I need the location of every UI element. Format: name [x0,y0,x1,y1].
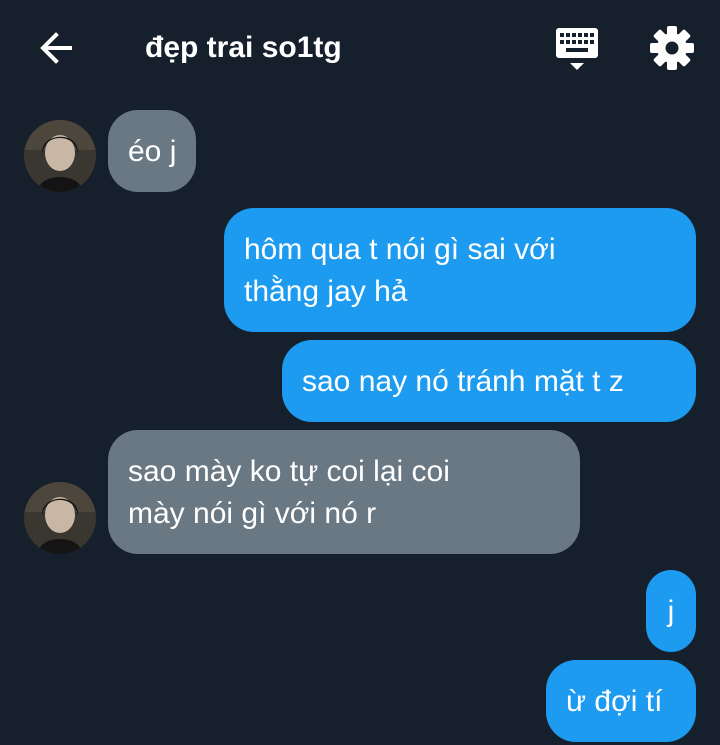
message-text: ừ đợi tí [566,685,663,718]
back-button[interactable] [30,22,82,74]
chat-screen: đẹp trai so1tg éo j hôm qua t nói gì sai… [0,0,720,745]
message-bubble-outgoing[interactable]: ừ đợi tí [546,660,696,742]
message-text: éo j [128,135,177,168]
gear-icon [650,26,694,70]
keyboard-icon [556,28,598,70]
top-bar: đẹp trai so1tg [0,0,720,96]
avatar[interactable] [24,482,96,554]
message-text: sao nay nó tránh mặt t z [302,365,624,398]
profile-photo [24,120,96,192]
message-bubble-outgoing[interactable]: sao nay nó tránh mặt t z [282,340,696,422]
avatar[interactable] [24,120,96,192]
keyboard-button[interactable] [550,24,604,74]
message-text-line: hôm qua t nói gì sai với [244,233,556,266]
settings-button[interactable] [648,24,696,72]
message-text-line: thằng jay hả [244,275,408,308]
message-bubble-incoming[interactable]: éo j [108,110,197,192]
message-bubble-incoming[interactable]: sao mày ko tự coi lại coi mày nói gì với… [108,430,580,554]
message-text-line: sao mày ko tự coi lại coi [128,455,450,488]
profile-photo [24,482,96,554]
message-bubble-outgoing[interactable]: hôm qua t nói gì sai với thằng jay hả [224,208,696,332]
message-bubble-outgoing[interactable]: j [646,570,696,652]
message-text-line: mày nói gì với nó r [128,497,377,530]
message-text: j [667,595,675,628]
arrow-left-icon [40,32,72,64]
conversation-title[interactable]: đẹp trai so1tg [145,28,342,68]
